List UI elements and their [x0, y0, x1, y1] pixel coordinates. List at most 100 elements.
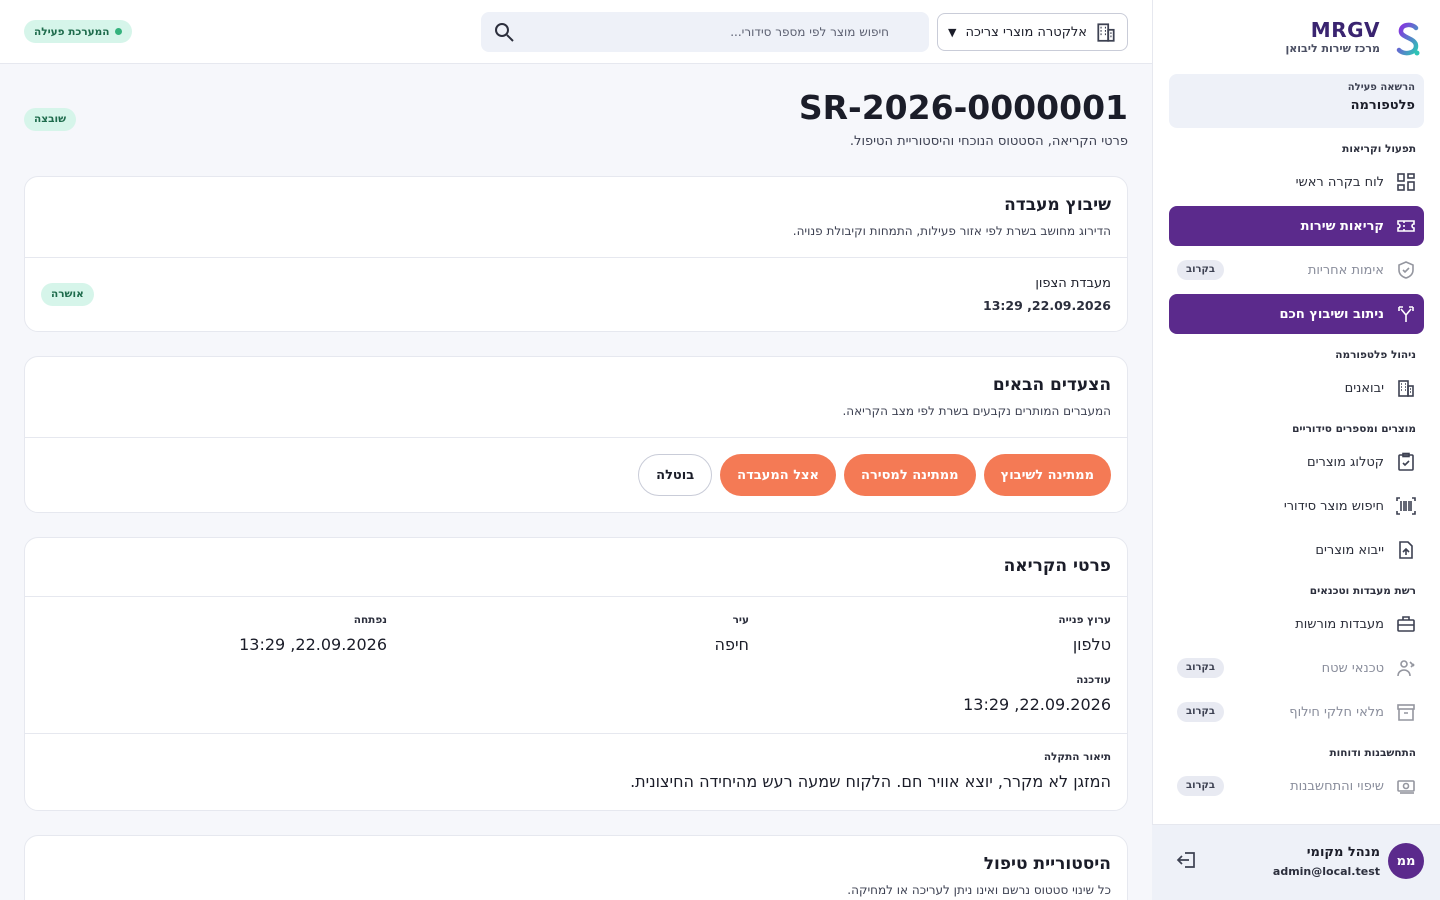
search-icon[interactable] — [493, 21, 515, 43]
sidebar-item-label: טכנאי שטח — [1321, 660, 1384, 676]
sidebar-item-import-products[interactable]: ייבוא מוצרים — [1169, 530, 1424, 570]
section-ops: תפעול וקריאות — [1342, 143, 1416, 155]
section-platform: ניהול פלטפורמה — [1335, 349, 1416, 361]
chevron-down-icon: ▼ — [948, 26, 957, 39]
brand-logo-icon — [1396, 22, 1420, 56]
system-status-label: המערכת פעילה — [34, 25, 110, 38]
clipboard-check-icon — [1396, 452, 1416, 472]
sidebar-item-label: שיפוי והתחשבנות — [1290, 778, 1384, 794]
field-label: תיאור התקלה — [1043, 751, 1111, 763]
card-title: הצעדים הבאים — [992, 375, 1111, 395]
sidebar-item-label: מלאי חלקי חילוף — [1289, 704, 1384, 720]
lab-assigned-date: 22.09.2026, 13:29 — [983, 298, 1111, 313]
serial-search-input[interactable] — [529, 12, 889, 52]
sidebar-item-label: קריאות שירות — [1300, 218, 1384, 234]
soon-badge: בקרוב — [1177, 658, 1225, 678]
file-upload-icon — [1396, 540, 1416, 560]
search-bar — [481, 12, 929, 52]
soon-badge: בקרוב — [1177, 776, 1225, 796]
active-permission[interactable]: הרשאה פעילה פלטפורמה — [1169, 74, 1424, 128]
field-label: ערוץ פנייה — [1058, 614, 1111, 626]
sidebar-item-label: יבואנים — [1344, 380, 1384, 396]
field-opened: נפתחה 22.09.2026, 13:29 — [239, 614, 387, 654]
sidebar-item-catalog[interactable]: קטלוג מוצרים — [1169, 442, 1424, 482]
sidebar-item-serial-search[interactable]: חיפוש מוצר סידורי — [1169, 486, 1424, 526]
field-value: המזגן לא מקרר, יוצא אוויר חם. הלקוח שמעה… — [630, 772, 1111, 791]
field-label: עודכנה — [1076, 674, 1111, 686]
barcode-icon — [1396, 496, 1416, 516]
system-status-badge: המערכת פעילה — [24, 20, 133, 43]
cancel-call-button[interactable]: בוטלה — [638, 454, 713, 496]
field-channel: ערוץ פנייה טלפון — [1058, 614, 1111, 654]
brand-name: MRGV — [1310, 18, 1380, 42]
sidebar-item-warranty[interactable]: אימות אחריות בקרוב — [1169, 250, 1424, 290]
sidebar-item-label: לוח בקרה ראשי — [1295, 174, 1384, 190]
sidebar-item-spare-parts[interactable]: מלאי חלקי חילוף בקרוב — [1169, 692, 1424, 732]
sidebar-item-billing[interactable]: שיפוי והתחשבנות בקרוב — [1169, 766, 1424, 806]
building-icon — [1396, 378, 1416, 398]
sidebar-nav: תפעול וקריאות לוח בקרה ראשי קריאות שירות… — [1152, 130, 1440, 825]
logout-icon[interactable] — [1176, 849, 1198, 871]
section-products: מוצרים ומספרים סידוריים — [1292, 423, 1416, 435]
permission-label: הרשאה פעילה — [1347, 82, 1415, 93]
call-details-card: פרטי הקריאה ערוץ פנייה טלפון עיר חיפה נפ… — [24, 537, 1128, 811]
topbar: אלקטרה מוצרי צריכה ▼ המערכת פעילה — [0, 0, 1152, 64]
sidebar: MRGV מרכז שירות ליבואן הרשאה פעילה פלטפו… — [1152, 0, 1440, 900]
sidebar-item-dashboard[interactable]: לוח בקרה ראשי — [1169, 162, 1424, 202]
user-name: מנהל מקומי — [1306, 845, 1380, 860]
field-value: 22.09.2026, 13:29 — [963, 695, 1111, 714]
toolbox-icon — [1396, 614, 1416, 634]
awaiting-assignment-button[interactable]: ממתינה לשיבוץ — [983, 454, 1111, 496]
lab-name: מעבדת הצפון — [1035, 276, 1111, 291]
brand-subtitle: מרכז שירות ליבואן — [1285, 42, 1380, 55]
card-subtitle: הדירוג מחושב בשרת לפי אזור פעילות, התמחו… — [792, 224, 1111, 238]
soon-badge: בקרוב — [1177, 260, 1225, 280]
brand[interactable]: MRGV מרכז שירות ליבואן — [1164, 18, 1424, 62]
dashboard-icon — [1396, 172, 1416, 192]
sidebar-item-routing[interactable]: ניתוב ושיבוץ חכם — [1169, 294, 1424, 334]
field-value: 22.09.2026, 13:29 — [239, 635, 387, 654]
section-billing: התחשבנות ודוחות — [1329, 747, 1416, 759]
sidebar-item-labs[interactable]: מעבדות מורשות — [1169, 604, 1424, 644]
lab-status-badge: אושרה — [41, 283, 94, 306]
at-lab-button[interactable]: אצל המעבדה — [720, 454, 837, 496]
page-title: SR-2026-0000001 — [798, 88, 1128, 127]
sidebar-item-importers[interactable]: יבואנים — [1169, 368, 1424, 408]
lab-assignment-card: שיבוץ מעבדה הדירוג מחושב בשרת לפי אזור פ… — [24, 176, 1128, 332]
organization-selector[interactable]: אלקטרה מוצרי צריכה ▼ — [937, 13, 1128, 51]
avatar[interactable]: ממ — [1388, 843, 1424, 879]
field-label: נפתחה — [353, 614, 387, 626]
field-city: עיר חיפה — [715, 614, 749, 654]
status-badge: שובצה — [24, 108, 77, 131]
card-title: היסטוריית טיפול — [983, 854, 1111, 874]
card-subtitle: כל שינוי סטטוס נרשם ואינו ניתן לעריכה או… — [847, 883, 1111, 897]
organization-name: אלקטרה מוצרי צריכה — [965, 24, 1087, 40]
main-content: SR-2026-0000001 פרטי הקריאה, הסטטוס הנוכ… — [0, 64, 1152, 900]
field-updated: עודכנה 22.09.2026, 13:29 — [963, 674, 1111, 714]
field-value: טלפון — [1072, 635, 1111, 654]
user-email: admin@local.test — [1272, 865, 1380, 878]
sidebar-item-technicians[interactable]: טכנאי שטח בקרוב — [1169, 648, 1424, 688]
sidebar-item-label: ייבוא מוצרים — [1315, 542, 1384, 558]
sidebar-item-label: קטלוג מוצרים — [1306, 454, 1384, 470]
soon-badge: בקרוב — [1177, 702, 1225, 722]
field-fault-description: תיאור התקלה המזגן לא מקרר, יוצא אוויר חם… — [630, 751, 1111, 791]
money-icon — [1396, 776, 1416, 796]
next-steps-card: הצעדים הבאים המעברים המותרים נקבעים בשרת… — [24, 356, 1128, 513]
route-split-icon — [1396, 304, 1416, 324]
status-actions: ממתינה לשיבוץ ממתינה למסירה אצל המעבדה ב… — [638, 454, 1111, 496]
awaiting-delivery-button[interactable]: ממתינה למסירה — [844, 454, 976, 496]
field-value: חיפה — [714, 635, 749, 654]
archive-icon — [1396, 702, 1416, 722]
sidebar-item-label: חיפוש מוצר סידורי — [1283, 498, 1384, 514]
shield-check-icon — [1396, 260, 1416, 280]
sidebar-item-service-calls[interactable]: קריאות שירות — [1169, 206, 1424, 246]
building-icon — [1097, 23, 1115, 42]
user-panel: ממ מנהל מקומי admin@local.test — [1152, 824, 1440, 900]
section-labs: רשת מעבדות וטכנאים — [1309, 585, 1416, 597]
status-dot-icon — [115, 28, 123, 35]
sidebar-item-label: אימות אחריות — [1307, 262, 1384, 278]
permission-value: פלטפורמה — [1350, 98, 1415, 113]
assigned-lab-row[interactable]: מעבדת הצפון 22.09.2026, 13:29 אושרה — [25, 258, 1127, 330]
technician-icon — [1396, 658, 1416, 678]
